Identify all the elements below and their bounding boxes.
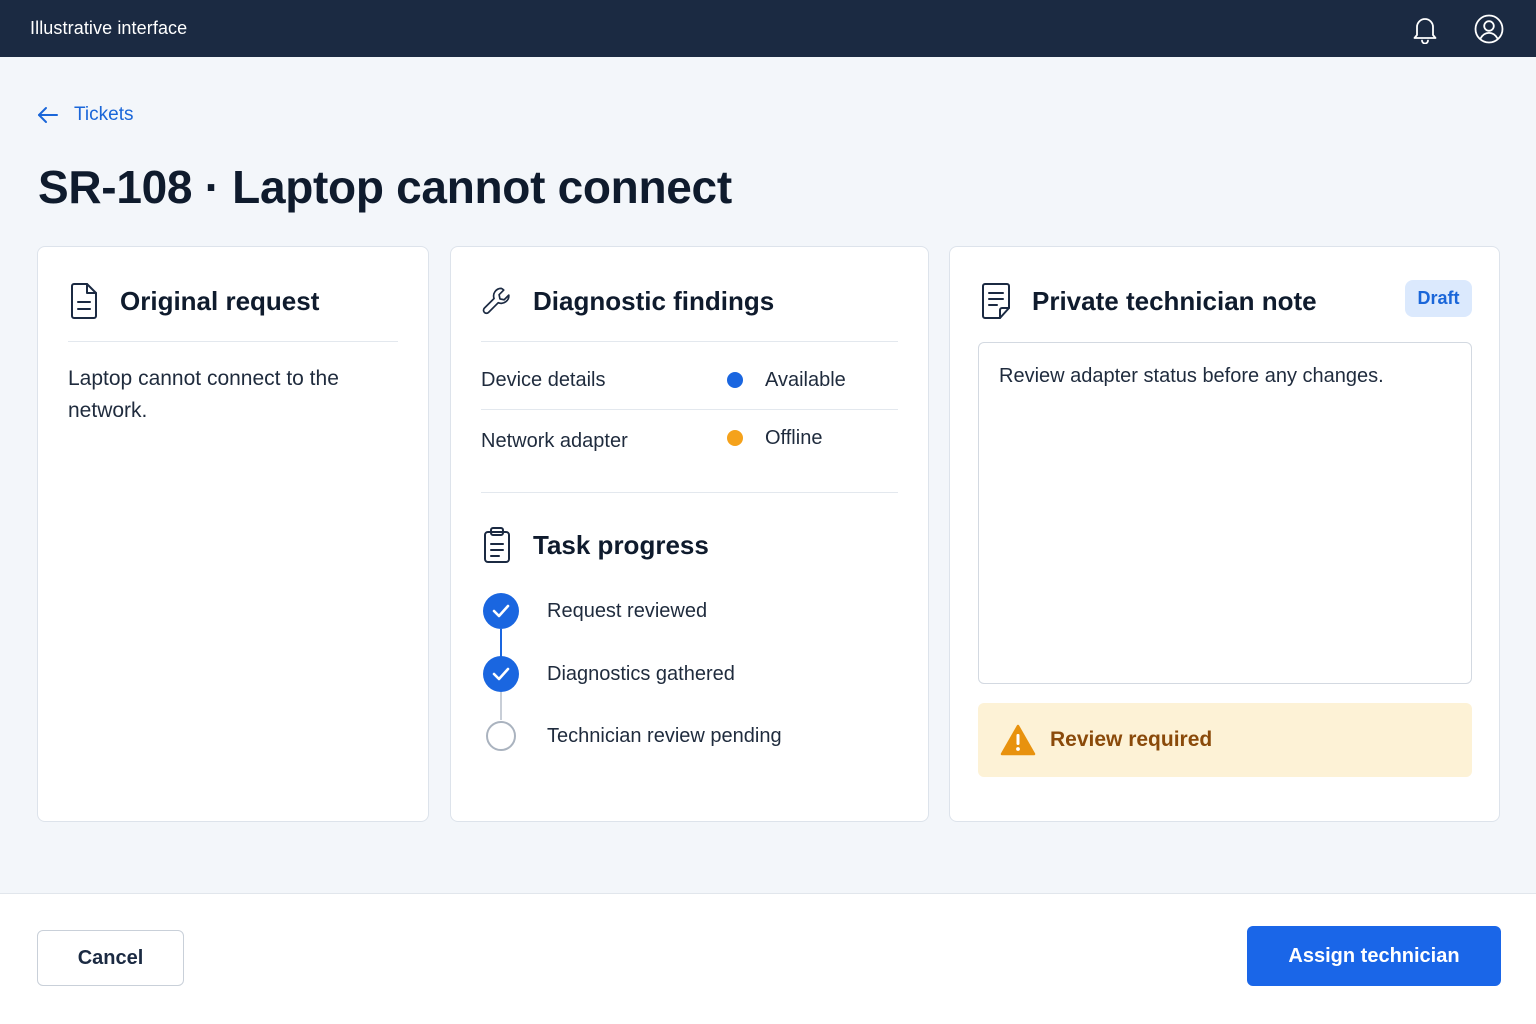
user-circle-icon <box>1474 14 1504 43</box>
original-request-header: Original request <box>68 277 398 325</box>
status-dot-offline <box>727 430 743 446</box>
step-connector <box>500 692 502 720</box>
wrench-icon <box>481 281 513 321</box>
step-connector <box>500 629 502 657</box>
note-icon <box>980 281 1012 321</box>
breadcrumb-tickets-link[interactable]: Tickets <box>36 104 133 126</box>
diagnostic-findings-card: Diagnostic findings Device details Avail… <box>450 246 929 822</box>
divider <box>481 492 898 493</box>
draft-badge: Draft <box>1405 280 1472 317</box>
warning-text: Review required <box>1050 728 1213 751</box>
original-request-title: Original request <box>120 285 320 316</box>
empty-circle-icon <box>486 721 516 751</box>
check-circle-icon <box>483 656 519 692</box>
finding-row-network-adapter: Network adapter Offline <box>481 426 898 456</box>
task-step-diagnostics-gathered: Diagnostics gathered <box>483 656 735 692</box>
original-request-body: Laptop cannot connect to the network. <box>68 367 339 422</box>
finding-label: Device details <box>481 368 606 391</box>
task-step-request-reviewed: Request reviewed <box>483 593 707 629</box>
divider <box>481 341 898 342</box>
task-progress-title: Task progress <box>533 529 709 560</box>
task-step-label: Technician review pending <box>547 724 782 747</box>
task-step-label: Request reviewed <box>547 599 708 622</box>
diagnostic-findings-header: Diagnostic findings <box>481 277 898 325</box>
top-bar: Illustrative interface <box>0 0 1536 57</box>
footer-bar: Cancel Assign technician <box>0 893 1536 1024</box>
clipboard-icon <box>481 525 513 565</box>
page-title: SR-108 · Laptop cannot connect <box>38 161 732 213</box>
technician-note-card: Private technician note Draft Review ada… <box>949 246 1500 822</box>
technician-note-title: Private technician note <box>1032 285 1317 316</box>
task-step-label: Diagnostics gathered <box>547 662 735 685</box>
finding-row-device-details: Device details Available <box>481 365 898 395</box>
task-step-technician-review: Technician review pending <box>483 721 782 751</box>
topbar-actions <box>1408 12 1506 46</box>
document-icon <box>68 281 100 321</box>
arrow-left-icon <box>38 107 58 123</box>
status-dot-available <box>727 372 743 388</box>
diagnostic-findings-title: Diagnostic findings <box>533 285 775 316</box>
finding-value: Available <box>765 368 846 391</box>
bell-icon <box>1413 17 1437 44</box>
technician-note-header: Private technician note <box>980 277 1469 325</box>
warning-icon <box>1000 723 1036 757</box>
task-progress-header: Task progress <box>481 521 898 569</box>
account-button[interactable] <box>1472 12 1506 46</box>
divider <box>68 341 398 342</box>
breadcrumb-label: Tickets <box>74 104 134 125</box>
finding-label: Network adapter <box>481 429 628 452</box>
review-required-alert: Review required <box>978 703 1472 777</box>
assign-technician-button[interactable]: Assign technician <box>1247 926 1501 986</box>
finding-value: Offline <box>765 426 823 449</box>
original-request-card: Original request Laptop cannot connect t… <box>37 246 429 822</box>
app-title: Illustrative interface <box>30 18 188 38</box>
cancel-button[interactable]: Cancel <box>37 930 184 986</box>
check-circle-icon <box>483 593 519 629</box>
divider <box>481 409 898 410</box>
notifications-button[interactable] <box>1408 12 1442 46</box>
technician-note-textarea[interactable]: Review adapter status before any changes… <box>978 342 1472 684</box>
